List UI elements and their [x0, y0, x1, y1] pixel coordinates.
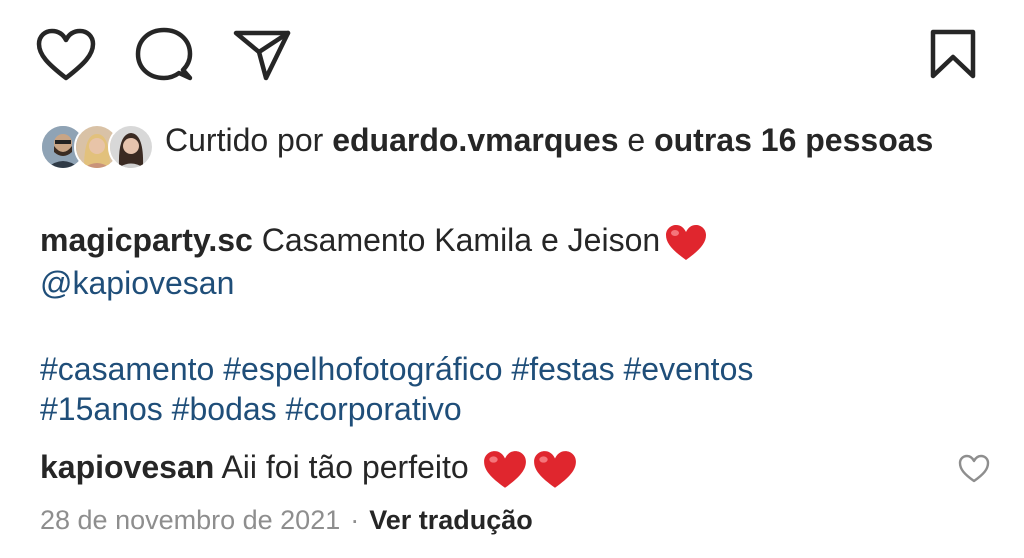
heart-icon	[36, 28, 96, 82]
save-button[interactable]	[928, 28, 978, 80]
caption-text: Casamento Kamila e Jeison	[261, 222, 661, 258]
post-date: 28 de novembro de 2021	[40, 505, 341, 535]
paper-plane-icon	[232, 28, 292, 82]
others-count-link[interactable]: outras 16 pessoas	[654, 122, 933, 158]
like-button[interactable]	[36, 28, 96, 82]
liker-username[interactable]: eduardo.vmarques	[332, 122, 618, 158]
liker-avatars[interactable]	[40, 124, 154, 170]
meta-separator: ·	[350, 505, 360, 535]
comment-like-button[interactable]	[958, 454, 990, 484]
heart-icon	[958, 454, 990, 484]
comment-button[interactable]	[134, 26, 194, 84]
hashtags: #casamento #espelhofotográfico #festas #…	[40, 349, 980, 429]
bookmark-icon	[928, 28, 978, 80]
share-button[interactable]	[232, 28, 292, 82]
caption-username[interactable]: magicparty.sc	[40, 222, 253, 258]
red-heart-emoji-icon	[664, 223, 708, 263]
liked-by-text: Curtido por eduardo.vmarques e outras 16…	[165, 120, 985, 160]
comment-row: kapiovesan Aii foi tão perfeito	[40, 445, 920, 491]
comment-username[interactable]: kapiovesan	[40, 449, 214, 485]
liked-by-conjunction: e	[627, 122, 646, 158]
comment-icon	[134, 26, 194, 84]
mention-link[interactable]: @kapiovesan	[40, 263, 980, 303]
comment-text: Aii foi tão perfeito	[221, 449, 469, 485]
post-caption: magicparty.sc Casamento Kamila e Jeison …	[40, 220, 980, 303]
avatar	[108, 124, 154, 170]
red-heart-emoji-icon	[482, 449, 528, 491]
liked-by-prefix: Curtido por	[165, 122, 324, 158]
post-meta: 28 de novembro de 2021 · Ver tradução	[40, 502, 533, 538]
hashtags-line-1[interactable]: #casamento #espelhofotográfico #festas #…	[40, 349, 980, 389]
hashtags-line-2[interactable]: #15anos #bodas #corporativo	[40, 389, 980, 429]
see-translation-link[interactable]: Ver tradução	[369, 505, 533, 535]
red-heart-emoji-icon	[532, 449, 578, 491]
